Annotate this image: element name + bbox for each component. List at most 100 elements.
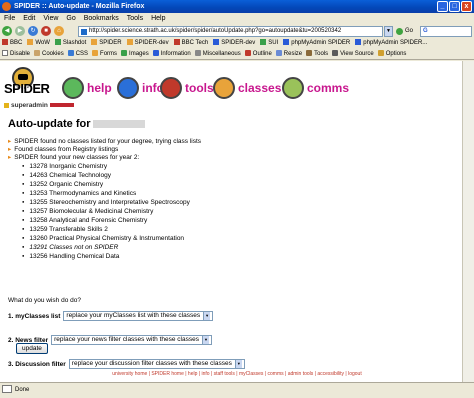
- user-indicator: superadmin: [4, 102, 74, 109]
- webdev-options[interactable]: Options: [377, 49, 406, 59]
- bookmark-item[interactable]: SUI: [260, 38, 278, 49]
- images-icon: [121, 50, 128, 56]
- resize-icon: [275, 50, 282, 56]
- menu-file[interactable]: File: [4, 13, 15, 24]
- list-item: 14263 Chemical Technology: [22, 171, 190, 180]
- nav-classes[interactable]: classes: [238, 81, 281, 95]
- webdev-cookies[interactable]: Cookies: [34, 49, 64, 59]
- options-icon: [377, 50, 384, 56]
- firefox-icon: [2, 2, 11, 11]
- discussion-filter-row: 3. Discussion filter replace your discus…: [8, 359, 245, 369]
- menu-view[interactable]: View: [43, 13, 58, 24]
- list-item: 13252 Organic Chemistry: [22, 180, 190, 189]
- forward-icon[interactable]: ▶: [15, 26, 25, 36]
- user-redacted-bar: [49, 103, 74, 107]
- cookie-icon: [34, 50, 41, 56]
- webdev-information[interactable]: Information: [152, 49, 191, 59]
- webdev-miscellaneous[interactable]: Miscellaneous: [194, 49, 241, 59]
- home-icon[interactable]: ⌂: [54, 26, 64, 36]
- webdev-outline[interactable]: Outline: [244, 49, 272, 59]
- webdev-disable[interactable]: Disable: [2, 49, 30, 59]
- myclasses-filter-row: 1. myClasses list replace your myClasses…: [8, 311, 214, 321]
- search-input[interactable]: G: [420, 26, 472, 37]
- minimize-button[interactable]: _: [437, 1, 448, 12]
- bookmark-item[interactable]: SPIDER: [91, 38, 121, 49]
- webdev-resize[interactable]: Resize: [275, 49, 302, 59]
- question-text: What do you wish do do?: [8, 297, 81, 304]
- list-item: 13253 Thermodynamics and Kinetics: [22, 189, 190, 198]
- nav-help[interactable]: help: [87, 81, 112, 95]
- menu-help[interactable]: Help: [151, 13, 165, 24]
- stop-icon[interactable]: ■: [41, 26, 51, 36]
- menu-go[interactable]: Go: [66, 13, 75, 24]
- tools-icon: [306, 50, 313, 56]
- bookmark-item[interactable]: BBC Tech: [174, 38, 209, 49]
- webdev-tools[interactable]: Tools: [306, 49, 328, 59]
- page-title: Auto-update for: [8, 118, 146, 130]
- list-item: 13257 Biomolecular & Medicinal Chemistry: [22, 207, 190, 216]
- bookmark-item[interactable]: Slashdot: [55, 38, 86, 49]
- info-icon[interactable]: [117, 77, 139, 99]
- back-icon[interactable]: ◀: [2, 26, 12, 36]
- forms-icon: [92, 50, 99, 56]
- bookmark-item[interactable]: BBC: [2, 38, 22, 49]
- disable-icon: [2, 50, 8, 56]
- status-text: Done: [15, 387, 30, 393]
- reload-icon[interactable]: ↻: [28, 26, 38, 36]
- list-item: 13278 Inorganic Chemistry: [22, 162, 190, 171]
- view-source-icon: [332, 50, 339, 56]
- warning-icon: [4, 103, 9, 108]
- css-icon: [67, 50, 74, 56]
- list-item: 13291 Classes not on SPIDER: [22, 243, 190, 252]
- bookmark-item[interactable]: SPIDER-dev: [127, 38, 169, 49]
- spider-logo[interactable]: SPIDER: [4, 67, 50, 97]
- nav-tools[interactable]: tools: [185, 81, 214, 95]
- message-item: Found classes from Registry listings: [8, 146, 201, 154]
- vertical-scrollbar[interactable]: [462, 61, 474, 382]
- maximize-button[interactable]: □: [449, 1, 460, 12]
- address-dropdown-icon[interactable]: ▼: [384, 26, 393, 37]
- bookmark-item[interactable]: SPIDER-dev: [213, 38, 255, 49]
- bookmark-item[interactable]: phpMyAdmin SPIDER...: [355, 38, 427, 49]
- information-icon: [152, 50, 159, 56]
- discussion-filter-select[interactable]: replace your discussion filter classes w…: [68, 359, 245, 369]
- status-icon: [2, 385, 12, 393]
- go-button[interactable]: Go: [396, 26, 413, 37]
- comms-icon[interactable]: [282, 77, 304, 99]
- bookmark-item[interactable]: phpMyAdmin SPIDER: [283, 38, 350, 49]
- menu-tools[interactable]: Tools: [127, 13, 143, 24]
- address-bar[interactable]: http://spider.science.strath.ac.uk/spide…: [78, 26, 383, 37]
- footer-links[interactable]: university home | SPIDER home | help | i…: [0, 371, 462, 377]
- chevron-down-icon: ▼: [234, 360, 242, 368]
- menu-bookmarks[interactable]: Bookmarks: [84, 13, 119, 24]
- tools-icon[interactable]: [160, 77, 182, 99]
- redacted-name: [93, 120, 146, 128]
- news-filter-select[interactable]: replace your news filter classes with th…: [51, 335, 212, 345]
- bookmark-item[interactable]: WoW: [27, 38, 50, 49]
- myclasses-label: 1. myClasses list: [8, 312, 61, 320]
- outline-icon: [244, 50, 251, 56]
- class-list: 13278 Inorganic Chemistry 14263 Chemical…: [22, 162, 190, 261]
- myclasses-select[interactable]: replace your myClasses list with these c…: [63, 311, 214, 321]
- status-bar: Done: [0, 382, 474, 398]
- help-icon[interactable]: [62, 77, 84, 99]
- webdev-view-source[interactable]: View Source: [332, 49, 374, 59]
- nav-comms[interactable]: comms: [307, 81, 349, 95]
- chevron-down-icon: ▼: [201, 336, 209, 344]
- webdev-css[interactable]: CSS: [67, 49, 88, 59]
- menu-edit[interactable]: Edit: [23, 13, 35, 24]
- list-item: 13259 Transferable Skills 2: [22, 225, 190, 234]
- message-item: SPIDER found your new classes for year 2…: [8, 154, 201, 162]
- page-content: SPIDER help info tools classes comms sup…: [0, 61, 474, 382]
- classes-icon[interactable]: [213, 77, 235, 99]
- bookmarks-toolbar: BBC WoW Slashdot SPIDER SPIDER-dev BBC T…: [0, 38, 474, 49]
- webdev-images[interactable]: Images: [121, 49, 149, 59]
- close-button[interactable]: x: [461, 1, 472, 12]
- window-titlebar: SPIDER :: Auto-update - Mozilla Firefox …: [0, 0, 474, 13]
- web-developer-toolbar: Disable Cookies CSS Forms Images Informa…: [0, 49, 474, 60]
- miscellaneous-icon: [194, 50, 201, 56]
- list-item: 13260 Practical Physical Chemistry & Ins…: [22, 234, 190, 243]
- address-url: http://spider.science.strath.ac.uk/spide…: [89, 28, 342, 34]
- webdev-forms[interactable]: Forms: [92, 49, 117, 59]
- update-button[interactable]: update: [16, 343, 48, 354]
